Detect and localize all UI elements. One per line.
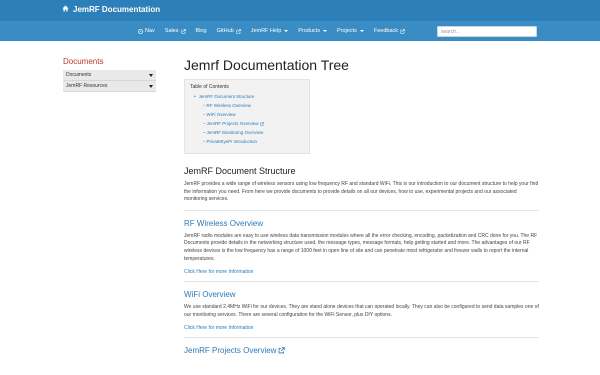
nav-item-jemrf-help[interactable]: JemRF Help bbox=[251, 28, 289, 34]
external-link-icon bbox=[400, 28, 405, 34]
dash-icon: – bbox=[203, 103, 206, 108]
toc-item-label: PrivateEyePi Introduction bbox=[206, 139, 258, 144]
toc-title: Table of Contents bbox=[190, 84, 229, 90]
sidebar-item-label: Documents bbox=[66, 72, 92, 78]
compass-icon bbox=[138, 28, 143, 34]
toc-item-label: JemRF Monitoring Overview bbox=[206, 130, 264, 135]
caret-down-icon bbox=[284, 30, 289, 32]
section-text-rf-wireless: JemRF radio modules are easy to use wire… bbox=[184, 232, 538, 262]
toc-item-structure[interactable]: • JemRF Document Structure bbox=[194, 94, 304, 99]
section-text-structure: JemRF provides a wide range of wireless … bbox=[184, 181, 539, 203]
toc-item-privateeyepi[interactable]: – PrivateEyePi Introduction bbox=[203, 139, 304, 144]
brand-title: JemRF Documentation bbox=[73, 5, 161, 14]
more-info-link-rf[interactable]: Click Here for more Information bbox=[184, 269, 539, 275]
nav-item-github[interactable]: GitHub bbox=[217, 28, 241, 34]
external-link-icon bbox=[180, 28, 186, 34]
brand[interactable]: JemRF Documentation bbox=[62, 5, 160, 14]
dash-icon: – bbox=[203, 130, 206, 135]
nav-item-label: JemRF Help bbox=[250, 28, 282, 34]
table-of-contents: Table of Contents • JemRF Document Struc… bbox=[184, 79, 310, 154]
divider bbox=[184, 209, 539, 211]
toc-item-monitoring[interactable]: – JemRF Monitoring Overview bbox=[203, 130, 304, 135]
nav-items: Nav Sales Blog GitHub JemRF Help Product… bbox=[138, 21, 415, 41]
nav-item-blog[interactable]: Blog bbox=[196, 28, 207, 34]
section-heading-wifi[interactable]: WiFi Overview bbox=[184, 290, 539, 299]
toc-item-projects[interactable]: – JemRF Projects Overview bbox=[203, 121, 304, 126]
top-bar: JemRF Documentation bbox=[0, 0, 600, 21]
bullet-icon: • bbox=[194, 94, 196, 99]
section-heading-label: RF Wireless Overview bbox=[184, 218, 264, 228]
sidebar-title: Documents bbox=[63, 57, 104, 66]
toc-item-label: JemRF Document Structure bbox=[198, 94, 255, 99]
nav-item-label: Projects bbox=[336, 28, 357, 34]
nav-item-projects[interactable]: Projects bbox=[337, 28, 364, 34]
dash-icon: – bbox=[203, 139, 206, 144]
more-info-link-wifi[interactable]: Click Here for more Information bbox=[184, 325, 539, 331]
nav-item-label: Blog bbox=[195, 28, 207, 34]
external-link-icon bbox=[279, 347, 286, 354]
caret-down-icon bbox=[359, 30, 364, 32]
toc-item-rf-wireless[interactable]: – RF Wireless Overview bbox=[203, 103, 304, 108]
caret-down-icon bbox=[149, 73, 153, 77]
nav-item-label: Products bbox=[298, 28, 320, 34]
section-heading-rf-wireless[interactable]: RF Wireless Overview bbox=[184, 219, 539, 228]
sidebar: Documents Documents JemRF Resources bbox=[63, 57, 156, 92]
section-heading-label: JemRF Projects Overview bbox=[184, 346, 277, 356]
toc-item-label: RF Wireless Overview bbox=[206, 103, 252, 108]
section-heading-structure: JemRF Document Structure bbox=[184, 166, 296, 176]
page-title: Jemrf Documentation Tree bbox=[184, 57, 349, 73]
nav-item-products[interactable]: Products bbox=[298, 28, 327, 34]
dash-icon: – bbox=[203, 112, 206, 117]
dash-icon: – bbox=[203, 121, 206, 126]
sidebar-item-jemrf-resources[interactable]: JemRF Resources bbox=[63, 81, 156, 92]
nav-item-label: Nav bbox=[145, 28, 155, 34]
sidebar-item-documents[interactable]: Documents bbox=[63, 70, 156, 81]
caret-down-icon bbox=[149, 84, 153, 88]
nav-item-label: Sales bbox=[164, 28, 179, 34]
home-icon bbox=[62, 5, 69, 14]
nav-item-feedback[interactable]: Feedback bbox=[374, 28, 405, 34]
main-content: Jemrf Documentation Tree Table of Conten… bbox=[184, 57, 539, 360]
toc-item-label: WiFi Overview bbox=[206, 112, 236, 117]
nav-item-label: GitHub bbox=[216, 28, 234, 34]
external-link-icon bbox=[236, 28, 241, 34]
section-heading-projects[interactable]: JemRF Projects Overview bbox=[184, 346, 539, 355]
toc-item-label: JemRF Projects Overview bbox=[206, 121, 259, 126]
nav-item-nav[interactable]: Nav bbox=[138, 28, 155, 34]
divider bbox=[184, 337, 539, 339]
nav-bar: Nav Sales Blog GitHub JemRF Help Product… bbox=[0, 21, 600, 41]
nav-item-label: Feedback bbox=[373, 28, 398, 34]
caret-down-icon bbox=[322, 30, 327, 32]
external-link-icon bbox=[259, 121, 264, 126]
toc-item-wifi[interactable]: – WiFi Overview bbox=[203, 112, 304, 117]
nav-item-sales[interactable]: Sales bbox=[165, 28, 186, 34]
section-heading-label: WiFi Overview bbox=[184, 290, 236, 300]
divider bbox=[184, 281, 539, 283]
search-input[interactable] bbox=[437, 26, 537, 37]
section-text-wifi: We use standard 2.4MHz WiFi for our devi… bbox=[184, 304, 539, 318]
sidebar-item-label: JemRF Resources bbox=[66, 83, 108, 89]
